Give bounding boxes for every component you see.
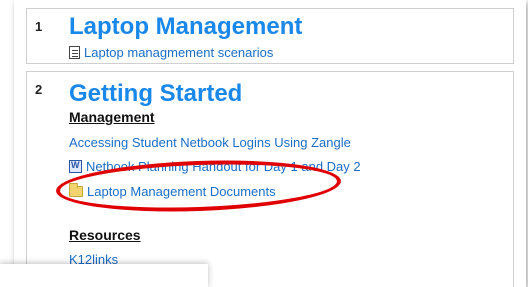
laptop-scenarios-link[interactable]: Laptop managmement scenarios [69, 45, 273, 60]
resources-heading: Resources [69, 227, 141, 243]
section-title: Laptop Management [69, 13, 303, 40]
overlay-panel [0, 264, 208, 287]
section-number: 2 [35, 82, 43, 97]
link-label[interactable]: Accessing Student Netbook Logins Using Z… [69, 135, 351, 150]
management-heading: Management [69, 109, 155, 125]
section-laptop-management: 1 Laptop Management Laptop managmement s… [26, 8, 514, 64]
section-number: 1 [35, 19, 43, 34]
resources-heading-label: Resources [69, 227, 141, 243]
section-title: Getting Started [69, 80, 243, 107]
management-heading-label: Management [69, 109, 155, 125]
link-label[interactable]: Laptop managmement scenarios [84, 45, 273, 60]
word-document-icon [69, 160, 82, 173]
document-icon [69, 46, 80, 59]
zangle-logins-link[interactable]: Accessing Student Netbook Logins Using Z… [69, 135, 351, 150]
